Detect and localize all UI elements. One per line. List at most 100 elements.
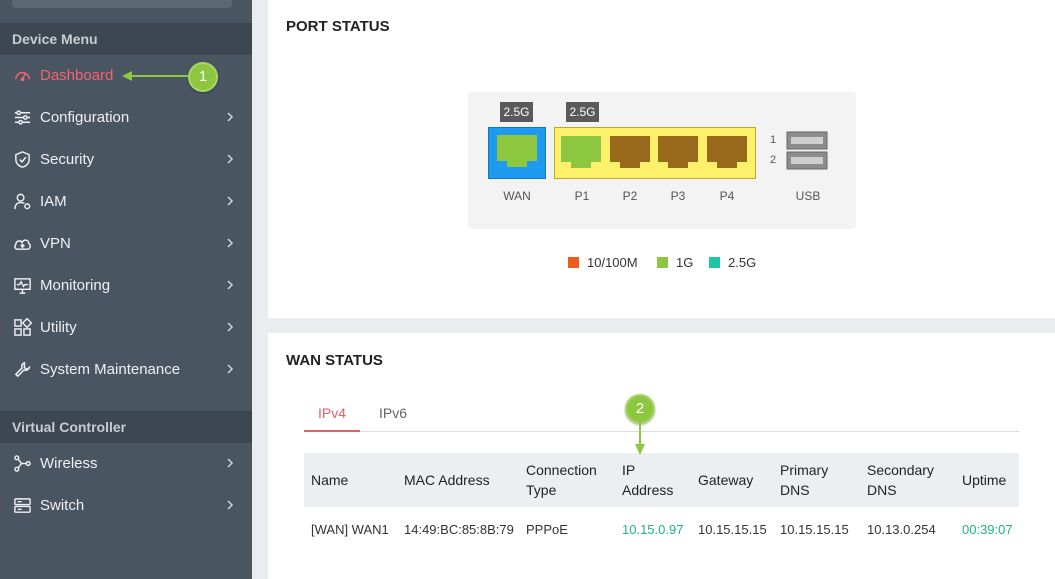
header-line: Connection	[526, 462, 597, 478]
device-menu-heading: Device Menu	[0, 23, 252, 55]
legend-swatch	[568, 257, 579, 268]
switch-icon	[12, 495, 32, 515]
legend-2-5g: 2.5G	[709, 255, 756, 270]
sidebar-search-box[interactable]	[12, 0, 232, 8]
chevron-right-icon	[227, 280, 234, 290]
port-status-panel: PORT STATUS 2.5G 2.5G WAN P1 P2 P3 P4 1 …	[268, 0, 1055, 318]
callout-marker-1: 1	[188, 62, 218, 92]
table-header: Name MAC Address Connection Type IP Addr…	[304, 453, 1019, 507]
port-p1[interactable]	[559, 134, 603, 174]
legend-swatch	[709, 257, 720, 268]
wrench-icon	[12, 359, 32, 379]
port-p4[interactable]	[705, 134, 749, 174]
cell-gateway: 10.15.15.15	[698, 522, 767, 537]
wan-speed-tag: 2.5G	[500, 102, 533, 122]
cloud-icon	[12, 233, 32, 253]
column-header-name: Name	[311, 472, 349, 488]
legend-label: 2.5G	[728, 255, 757, 270]
chevron-right-icon	[227, 458, 234, 468]
usb-label: USB	[795, 189, 821, 203]
legend-swatch	[657, 257, 668, 268]
virtual-controller-heading: Virtual Controller	[0, 411, 252, 443]
sidebar-item-label: Monitoring	[40, 276, 111, 294]
header-line: Address	[622, 482, 674, 498]
header-line: Type	[526, 482, 557, 498]
sidebar-item-label: Configuration	[40, 108, 130, 126]
sidebar-item-label: Wireless	[40, 454, 98, 472]
dashboard-icon	[12, 65, 32, 85]
chevron-right-icon	[227, 196, 234, 206]
sidebar-item-utility[interactable]: Utility	[0, 306, 252, 348]
callout-arrow	[635, 422, 645, 455]
port-label-p1: P1	[574, 189, 590, 203]
header-line: DNS	[867, 482, 897, 498]
chevron-right-icon	[227, 238, 234, 248]
sidebar-item-label: Switch	[40, 496, 85, 514]
header-line: IP	[622, 462, 636, 478]
header-line: Primary	[780, 462, 829, 478]
sidebar-item-switch[interactable]: Switch	[0, 484, 252, 526]
sidebar-item-label: IAM	[40, 192, 67, 210]
sidebar-item-label: VPN	[40, 234, 71, 252]
column-header-primary-dns: Primary DNS	[780, 460, 828, 500]
chevron-right-icon	[227, 154, 234, 164]
usb-port-icon	[786, 131, 828, 170]
tab-ipv6[interactable]: IPv6	[365, 406, 421, 432]
network-icon	[12, 453, 32, 473]
ethernet-port-icon	[497, 135, 537, 167]
cell-mac: 14:49:BC:85:8B:79	[404, 522, 514, 537]
chevron-right-icon	[227, 112, 234, 122]
cell-secondary-dns: 10.13.0.254	[867, 522, 936, 537]
sidebar-item-iam[interactable]: IAM	[0, 180, 252, 222]
sidebar-item-vpn[interactable]: VPN	[0, 222, 252, 264]
tab-ipv4[interactable]: IPv4	[304, 406, 361, 432]
grid-icon	[12, 317, 32, 337]
port-diagram: 2.5G 2.5G WAN P1 P2 P3 P4 1 2 USB	[468, 92, 856, 229]
callout-marker-2: 2	[625, 394, 655, 424]
chevron-right-icon	[227, 500, 234, 510]
port-p2[interactable]	[608, 134, 652, 174]
port-p3[interactable]	[656, 134, 700, 174]
legend-1g: 1G	[657, 255, 693, 270]
sidebar-item-configuration[interactable]: Configuration	[0, 96, 252, 138]
column-header-connection-type: Connection Type	[526, 460, 597, 500]
callout-arrow	[122, 71, 192, 81]
ip-version-tabs: IPv4 IPv6	[304, 406, 1019, 432]
port-status-title: PORT STATUS	[286, 18, 390, 35]
column-header-gateway: Gateway	[698, 472, 754, 488]
cell-ip-address: 10.15.0.97	[622, 522, 684, 537]
legend-label: 1G	[676, 255, 694, 270]
chevron-right-icon	[227, 364, 234, 374]
sidebar-item-security[interactable]: Security	[0, 138, 252, 180]
cell-primary-dns: 10.15.15.15	[780, 522, 849, 537]
legend-label: 10/100M	[587, 255, 638, 270]
column-header-ip-address: IP Address	[622, 460, 673, 500]
cell-connection-type: PPPoE	[526, 522, 568, 537]
sidebar-item-label: System Maintenance	[40, 360, 181, 378]
wan-port[interactable]	[488, 127, 546, 179]
user-gear-icon	[12, 191, 32, 211]
legend-10-100m: 10/100M	[568, 255, 638, 270]
port-label-p2: P2	[622, 189, 638, 203]
port-label-p4: P4	[719, 189, 735, 203]
header-line: DNS	[780, 482, 810, 498]
sidebar-item-monitoring[interactable]: Monitoring	[0, 264, 252, 306]
usb-number-1: 1	[770, 134, 777, 146]
sidebar-item-label: Utility	[40, 318, 77, 336]
sidebar-item-wireless[interactable]: Wireless	[0, 442, 252, 484]
wan-status-title: WAN STATUS	[286, 352, 383, 369]
cell-name: [WAN] WAN1	[311, 522, 389, 537]
p1-speed-tag: 2.5G	[566, 102, 599, 122]
cell-uptime: 00:39:07	[962, 522, 1013, 537]
lan-port-group	[554, 127, 756, 179]
wan-status-panel: WAN STATUS IPv4 IPv6 Name MAC Address Co…	[268, 333, 1055, 579]
column-header-mac: MAC Address	[404, 472, 490, 488]
usb-number-2: 2	[770, 154, 777, 166]
monitor-icon	[12, 275, 32, 295]
chevron-right-icon	[227, 322, 234, 332]
sidebar-item-system-maintenance[interactable]: System Maintenance	[0, 348, 252, 390]
port-label-wan: WAN	[503, 189, 531, 203]
column-header-uptime: Uptime	[962, 472, 1007, 488]
port-label-p3: P3	[670, 189, 686, 203]
sidebar-item-label: Security	[40, 150, 95, 168]
